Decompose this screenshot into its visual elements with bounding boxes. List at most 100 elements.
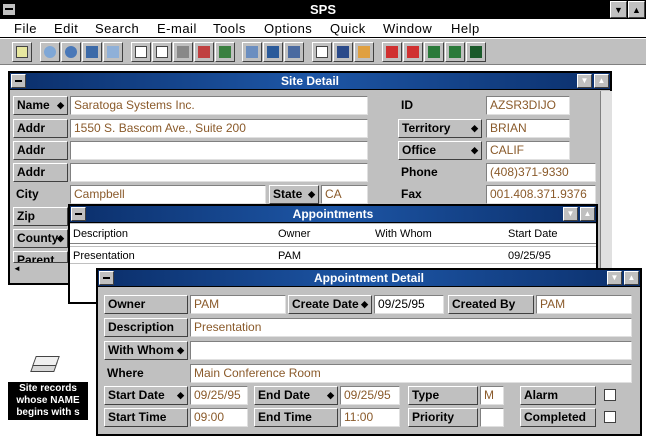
column-header[interactable]: Start Date [508, 227, 558, 241]
end-date-field[interactable]: 09/25/95 [340, 386, 400, 405]
minimize-icon[interactable]: ▼ [610, 1, 627, 18]
end-time-field[interactable]: 11:00 [340, 408, 400, 427]
appointment-icon[interactable] [312, 42, 332, 62]
table-row[interactable]: Presentation PAM 09/25/95 [70, 246, 596, 264]
addr3-field[interactable] [70, 163, 368, 182]
end-date-label-button[interactable]: End Date ◆ [254, 386, 338, 405]
menu-options[interactable]: Options [264, 21, 312, 36]
city-field[interactable]: Campbell [70, 185, 266, 204]
with-whom-label-button[interactable]: With Whom ◆ [104, 341, 188, 360]
search-icon[interactable] [40, 42, 60, 62]
menu-email[interactable]: E-mail [157, 21, 197, 36]
maximize-icon[interactable]: ▲ [624, 271, 639, 285]
start-time-field[interactable]: 09:00 [190, 408, 248, 427]
addr2-field[interactable] [70, 141, 368, 160]
export-icon[interactable] [445, 42, 465, 62]
where-field[interactable]: Main Conference Room [190, 364, 632, 383]
window-menu-icon[interactable] [11, 74, 26, 88]
browse-icon[interactable] [103, 42, 123, 62]
schedule-icon[interactable] [284, 42, 304, 62]
addr-label-button-2[interactable]: Addr [13, 141, 68, 160]
addr-label-button[interactable]: Addr [13, 119, 68, 138]
alarm-label-button[interactable]: Alarm [520, 386, 596, 405]
redo-icon[interactable] [403, 42, 423, 62]
type-label-button[interactable]: Type [408, 386, 478, 405]
description-field[interactable]: Presentation [190, 318, 632, 337]
description-label-button[interactable]: Description [104, 318, 188, 337]
zip-label-button[interactable]: Zip [13, 207, 68, 226]
menu-edit[interactable]: Edit [54, 21, 78, 36]
column-header[interactable]: Description [73, 227, 128, 241]
office-field[interactable]: CALIF [486, 141, 570, 160]
maximize-icon[interactable]: ▲ [628, 1, 645, 18]
priority-label-button[interactable]: Priority [408, 408, 478, 427]
end-time-label-button[interactable]: End Time [254, 408, 338, 427]
completed-checkbox[interactable] [604, 411, 616, 423]
system-menu-icon[interactable] [2, 3, 16, 16]
owner-label-button[interactable]: Owner [104, 295, 188, 314]
menu-search[interactable]: Search [95, 21, 139, 36]
addr1-field[interactable]: 1550 S. Bascom Ave., Suite 200 [70, 119, 368, 138]
minimize-icon[interactable]: ▼ [607, 271, 622, 285]
addr-label-button-3[interactable]: Addr [13, 163, 68, 182]
dropdown-arrow-icon: ◆ [471, 123, 478, 133]
state-field[interactable]: CA [321, 185, 368, 204]
county-label-button[interactable]: County ◆ [13, 229, 68, 248]
state-label-button[interactable]: State ◆ [269, 185, 319, 204]
minimize-icon[interactable]: ▼ [577, 74, 592, 88]
owner-field[interactable]: PAM [190, 295, 286, 314]
start-date-field[interactable]: 09/25/95 [190, 386, 248, 405]
desktop-icon-label[interactable]: Site records whose NAME begins with s [8, 382, 88, 420]
name-field[interactable]: Saratoga Systems Inc. [70, 96, 368, 115]
create-date-label-button[interactable]: Create Date ◆ [288, 295, 372, 314]
mail-icon[interactable] [215, 42, 235, 62]
priority-field[interactable] [480, 408, 504, 427]
start-date-label-button[interactable]: Start Date ◆ [104, 386, 188, 405]
menu-quick[interactable]: Quick [330, 21, 366, 36]
with-whom-field[interactable] [190, 341, 632, 360]
picture-icon[interactable] [242, 42, 262, 62]
scroll-left-icon[interactable]: ◄ [10, 263, 24, 275]
territory-field[interactable]: BRIAN [486, 119, 570, 138]
notes-icon[interactable] [333, 42, 353, 62]
form-icon[interactable] [131, 42, 151, 62]
calendar-icon[interactable] [263, 42, 283, 62]
name-label-button[interactable]: Name ◆ [13, 96, 68, 115]
start-time-label-button[interactable]: Start Time [104, 408, 188, 427]
exit-icon[interactable] [466, 42, 486, 62]
menu-file[interactable]: File [14, 21, 37, 36]
created-by-field[interactable]: PAM [536, 295, 632, 314]
parent-label-button[interactable]: Parent [13, 251, 68, 263]
column-header[interactable]: With Whom [375, 227, 432, 241]
maximize-icon[interactable]: ▲ [580, 207, 595, 221]
maximize-icon[interactable]: ▲ [594, 74, 609, 88]
book-icon[interactable] [354, 42, 374, 62]
print-icon[interactable] [173, 42, 193, 62]
territory-label-button[interactable]: Territory ◆ [398, 119, 482, 138]
list-icon[interactable] [152, 42, 172, 62]
window-menu-icon[interactable] [99, 271, 114, 285]
minimize-icon[interactable]: ▼ [563, 207, 578, 221]
stack-icon[interactable] [30, 352, 60, 376]
import-icon[interactable] [424, 42, 444, 62]
fax-field[interactable]: 001.408.371.9376 [486, 185, 596, 204]
id-field[interactable]: AZSR3DIJO [486, 96, 570, 115]
created-by-label-button[interactable]: Created By [448, 295, 534, 314]
site-detail-scrollbar[interactable] [600, 91, 612, 283]
completed-label-button[interactable]: Completed [520, 408, 596, 427]
type-field[interactable]: M [480, 386, 504, 405]
menu-tools[interactable]: Tools [213, 21, 246, 36]
undo-icon[interactable] [382, 42, 402, 62]
create-date-field[interactable]: 09/25/95 [374, 295, 444, 314]
alarm-checkbox[interactable] [604, 389, 616, 401]
menu-help[interactable]: Help [451, 21, 480, 36]
phone-field[interactable]: (408)371-9330 [486, 163, 596, 182]
menu-window[interactable]: Window [383, 21, 432, 36]
find-next-icon[interactable] [82, 42, 102, 62]
office-label-button[interactable]: Office ◆ [398, 141, 482, 160]
window-menu-icon[interactable] [71, 207, 86, 221]
column-header[interactable]: Owner [278, 227, 310, 241]
phone-icon[interactable] [194, 42, 214, 62]
find-icon[interactable] [61, 42, 81, 62]
record-icon[interactable] [12, 42, 32, 62]
